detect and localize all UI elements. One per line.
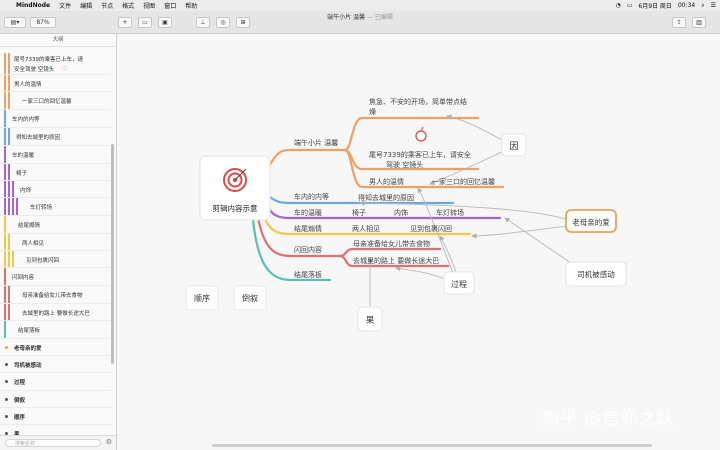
branch-label-b1[interactable]: 端午小片 温馨 xyxy=(294,138,338,147)
leaf-label-l8[interactable]: 车灯转场 xyxy=(436,208,464,217)
floating-node-process-label: 过程 xyxy=(451,279,467,289)
leaf-label-l3[interactable]: 男人的温情 xyxy=(369,177,404,186)
floating-node-moved-label: 司机被感动 xyxy=(577,269,615,279)
branch-label-b5[interactable]: 闪回内容 xyxy=(294,245,322,254)
canvas-horizontal-scrollbar[interactable] xyxy=(212,444,652,447)
leaf-label-l12[interactable]: 去城里的路上 要做长途大巴 xyxy=(353,256,439,265)
branch-line-b1 xyxy=(266,148,347,170)
leaf-label-l2[interactable]: 尾号7339的乘客已上车，请安全 xyxy=(369,150,471,159)
watermark-text: 知乎 @信仰之跃 xyxy=(542,409,675,429)
leaf-label-l9[interactable]: 两人相见 xyxy=(352,224,380,233)
floating-node-reverse-label: 倒叙 xyxy=(242,293,258,303)
branch-label-b3[interactable]: 车的温暖 xyxy=(294,208,322,217)
leaf-label-l1[interactable]: 焦急、不安的开场，简单带点结 xyxy=(369,97,467,106)
floating-node-love-label: 老母亲的爱 xyxy=(572,217,610,227)
leaf-label-l4[interactable]: 一家三口的回忆温馨 xyxy=(432,177,495,186)
apple-icon xyxy=(415,126,427,142)
leaf-label-l1-cont[interactable]: 燥 xyxy=(369,107,376,116)
branch-label-b4[interactable]: 结尾煽情 xyxy=(294,224,322,233)
leaf-label-l6[interactable]: 椅子 xyxy=(352,208,366,217)
leaf-line-l11 xyxy=(338,247,442,258)
leaf-label-l2-cont[interactable]: 驾驶 空镜头 xyxy=(386,160,423,169)
target-icon xyxy=(223,168,247,192)
leaf-label-l11[interactable]: 母亲准备给女儿带去食物 xyxy=(353,239,430,248)
relation-arrow xyxy=(446,114,503,141)
branch-label-b2[interactable]: 车内的内等 xyxy=(294,192,329,201)
leaf-label-l7[interactable]: 内饰 xyxy=(394,208,408,217)
relation-arrow xyxy=(504,217,576,267)
floating-node-result-label: 果 xyxy=(366,316,375,326)
branch-label-b6[interactable]: 结尾落板 xyxy=(294,270,322,279)
leaf-line-l1 xyxy=(343,116,480,152)
floating-node-yin-label: 因 xyxy=(509,141,518,152)
leaf-label-l5[interactable]: 得知去城里的原因 xyxy=(358,193,414,202)
root-node-label: 剪辑内容示意 xyxy=(213,203,258,213)
floating-node-order-label: 顺序 xyxy=(194,293,210,303)
leaf-label-l10[interactable]: 见到包裹闪回 xyxy=(410,224,452,233)
mindmap-svg: 剪辑内容示意 端午小片 温馨 车内的内等 车的温暖 结尾煽情 闪回内容 结尾落板… xyxy=(185,97,627,332)
